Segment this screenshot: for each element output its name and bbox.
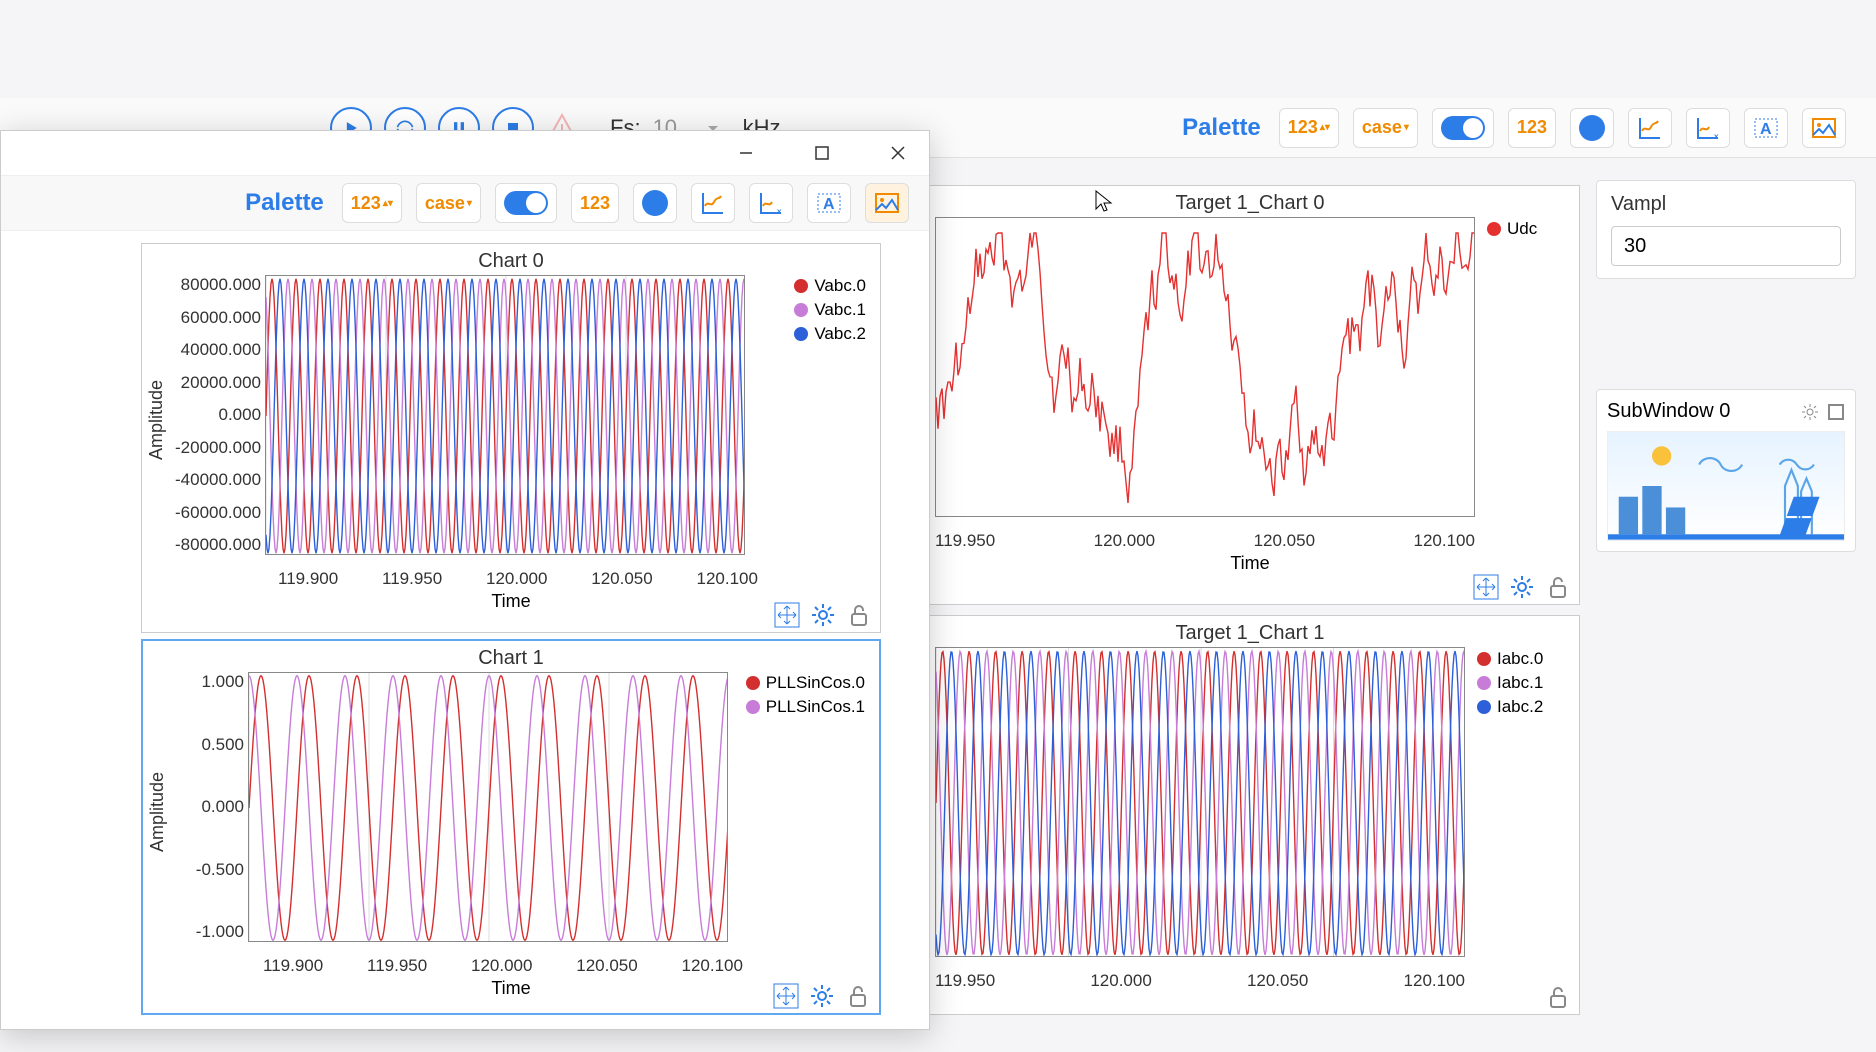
unlock-icon[interactable] (845, 983, 871, 1009)
parameter-box: Vampl (1596, 180, 1856, 279)
chart-title: Chart 1 (143, 641, 879, 672)
svg-text:A: A (1760, 121, 1772, 138)
legend: Iabc.0 Iabc.1 Iabc.2 (1471, 647, 1549, 967)
floating-subwindow: Palette 123▴▾ case▾ 123 x A Chart 0 Ampl… (0, 130, 930, 1030)
plot-area[interactable] (935, 217, 1475, 517)
svg-text:A: A (823, 196, 835, 213)
move-icon[interactable] (1473, 574, 1499, 600)
toggle-switch[interactable] (1432, 108, 1494, 148)
chart-button[interactable] (691, 183, 735, 223)
plot-area[interactable] (265, 275, 745, 555)
chart-target-1[interactable]: Target 1_Chart 1 Iabc.0 Iabc.1 Iabc.2 11… (920, 615, 1580, 1015)
text-box-button[interactable]: A (807, 183, 851, 223)
subwindow-thumbnail (1607, 431, 1845, 541)
palette-label: Palette (245, 189, 324, 217)
right-panel: Vampl SubWindow 0 (1596, 180, 1856, 552)
minimize-button[interactable] (723, 135, 769, 171)
chart-0-panel[interactable]: Chart 0 Amplitude 80000.00060000.0004000… (141, 243, 881, 633)
unlock-icon[interactable] (846, 602, 872, 628)
chart-button[interactable] (1628, 108, 1672, 148)
chart-xy-button[interactable]: x (1686, 108, 1730, 148)
move-icon[interactable] (773, 983, 799, 1009)
gear-icon[interactable] (809, 983, 835, 1009)
numeric-display-button[interactable]: 123 (1508, 108, 1556, 148)
legend: Udc (1481, 217, 1543, 527)
window-titlebar[interactable] (1, 131, 929, 175)
circle-indicator-button[interactable] (633, 183, 677, 223)
subwindow-card[interactable]: SubWindow 0 (1596, 389, 1856, 552)
numeric-display-button[interactable]: 123 (571, 183, 619, 223)
case-button[interactable]: case▾ (1353, 108, 1418, 148)
legend: PLLSinCos.0 PLLSinCos.1 (740, 671, 871, 719)
case-button[interactable]: case▾ (416, 183, 481, 223)
y-label: Amplitude (143, 772, 172, 852)
image-button[interactable] (1802, 108, 1846, 148)
close-button[interactable] (875, 135, 921, 171)
y-axis: 1.0000.5000.000-0.500-1.000 (172, 672, 248, 942)
text-box-button[interactable]: A (1744, 108, 1788, 148)
chart-title: Target 1_Chart 0 (921, 186, 1579, 217)
chart-target-0[interactable]: Target 1_Chart 0 Udc 119.950120.000120.0… (920, 185, 1580, 605)
x-label: Time (143, 976, 879, 1003)
parameter-name: Vampl (1611, 193, 1841, 216)
gear-icon[interactable] (810, 602, 836, 628)
palette-label: Palette (1182, 114, 1261, 142)
legend: Vabc.0 Vabc.1 Vabc.2 (788, 274, 872, 346)
plot-area[interactable] (248, 672, 728, 942)
parameter-input[interactable] (1611, 226, 1841, 266)
cursor-icon (1095, 190, 1113, 214)
plot-area[interactable] (935, 647, 1465, 957)
chart-title: Target 1_Chart 1 (921, 616, 1579, 647)
svg-text:x: x (1714, 132, 1719, 141)
chart-xy-button[interactable]: x (749, 183, 793, 223)
lock-icon[interactable] (1545, 984, 1571, 1010)
image-button[interactable] (865, 183, 909, 223)
y-label: Amplitude (142, 380, 171, 460)
chart-1-panel[interactable]: Chart 1 Amplitude 1.0000.5000.000-0.500-… (141, 639, 881, 1015)
numeric-format-button[interactable]: 123▴▾ (1279, 108, 1339, 148)
maximize-icon[interactable] (1827, 403, 1845, 421)
maximize-button[interactable] (799, 135, 845, 171)
move-icon[interactable] (774, 602, 800, 628)
numeric-format-button[interactable]: 123▴▾ (342, 183, 402, 223)
subwindow-toolbar: Palette 123▴▾ case▾ 123 x A (1, 175, 929, 231)
gear-icon[interactable] (1801, 403, 1819, 421)
lock-icon[interactable] (1545, 574, 1571, 600)
svg-text:x: x (777, 207, 782, 216)
chart-title: Chart 0 (142, 244, 880, 275)
x-label: Time (142, 589, 880, 616)
gear-icon[interactable] (1509, 574, 1535, 600)
y-axis: 80000.00060000.00040000.00020000.0000.00… (171, 275, 265, 555)
circle-indicator-button[interactable] (1570, 108, 1614, 148)
subwindow-title: SubWindow 0 (1607, 400, 1730, 423)
toggle-switch[interactable] (495, 183, 557, 223)
